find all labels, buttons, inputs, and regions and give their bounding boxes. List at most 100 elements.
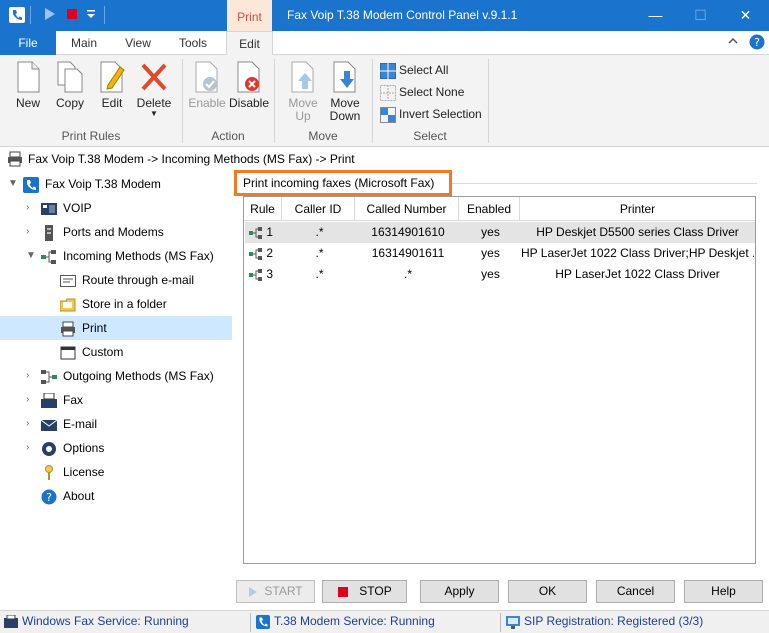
tree-item-outgoing[interactable]: › Outgoing Methods (MS Fax) <box>0 364 232 388</box>
collapsed-arrow-icon[interactable]: › <box>26 196 29 220</box>
expanded-arrow-icon[interactable]: ▼ <box>26 244 36 268</box>
column-header-printer[interactable]: Printer <box>520 197 755 221</box>
tree-item-fax[interactable]: › Fax <box>0 388 232 412</box>
tab-view[interactable]: View <box>116 31 160 55</box>
status-separator <box>250 613 251 632</box>
rule-number: 3 <box>266 267 274 281</box>
tree-item-voip[interactable]: › VOIP <box>0 196 232 220</box>
copy-button[interactable]: Copy <box>52 61 88 110</box>
new-document-icon <box>17 61 40 93</box>
tree-label: Print <box>82 321 107 335</box>
help-button[interactable]: Help <box>684 580 763 603</box>
table-row[interactable]: 1 .* 16314901610 yes HP Deskjet D5500 se… <box>245 222 755 243</box>
tree-label: Store in a folder <box>82 297 167 311</box>
tree-label: E-mail <box>63 417 98 431</box>
move-group-label: Move <box>308 129 338 143</box>
incoming-routing-icon <box>41 249 56 264</box>
expanded-arrow-icon[interactable]: ▼ <box>8 172 18 196</box>
phone-app-icon <box>9 7 25 26</box>
tree-item-about[interactable]: ? About <box>0 484 232 508</box>
customize-quick-access-icon[interactable] <box>86 7 96 24</box>
group-separator <box>488 59 489 143</box>
sip-status: SIP Registration: Registered (3/3) <box>506 614 703 629</box>
panel-title: Print incoming faxes (Microsoft Fax) <box>234 170 452 196</box>
start-button[interactable]: START <box>236 580 315 603</box>
tree-item-incoming[interactable]: ▼ Incoming Methods (MS Fax) <box>0 244 232 268</box>
tab-edit[interactable]: Edit <box>226 31 273 56</box>
printer-cell: HP Deskjet D5500 series Class Driver <box>536 225 739 239</box>
rule-cell: 3 <box>249 264 283 285</box>
collapsed-arrow-icon[interactable]: › <box>26 220 29 244</box>
svg-text:?: ? <box>754 36 760 49</box>
rule-number: 1 <box>266 225 274 239</box>
move-down-button[interactable]: Move Down <box>326 61 364 123</box>
select-none-button[interactable]: Select None <box>380 82 464 102</box>
tree-item-store-folder[interactable]: Store in a folder <box>0 292 232 316</box>
outgoing-routing-icon <box>41 369 57 384</box>
copy-icon <box>57 61 83 93</box>
enable-button[interactable]: Enable <box>188 61 226 110</box>
copy-label: Copy <box>55 96 84 110</box>
cancel-button[interactable]: Cancel <box>596 580 675 603</box>
print-context-tab: Print <box>227 0 272 31</box>
rules-table[interactable]: Rule Caller ID Called Number Enabled Pri… <box>243 196 756 564</box>
collapsed-arrow-icon[interactable]: › <box>26 388 29 412</box>
start-quick-icon[interactable] <box>44 7 56 24</box>
tree-item-license[interactable]: License <box>0 460 232 484</box>
tree-label: Outgoing Methods (MS Fax) <box>63 369 214 383</box>
maximize-button[interactable]: ☐ <box>678 0 723 31</box>
tree-item-email[interactable]: › E-mail <box>0 412 232 436</box>
tree-item-print[interactable]: Print <box>0 316 232 340</box>
tab-file[interactable]: File <box>0 31 56 55</box>
tree-item-custom[interactable]: Custom <box>0 340 232 364</box>
delete-label: Delete <box>136 96 172 110</box>
column-header-caller-id[interactable]: Caller ID <box>282 197 355 221</box>
tree-item-route-email[interactable]: Route through e-mail <box>0 268 232 292</box>
disable-label: Disable <box>228 96 270 110</box>
collapsed-arrow-icon[interactable]: › <box>26 364 29 388</box>
ok-button[interactable]: OK <box>508 580 587 603</box>
move-up-icon <box>291 61 314 93</box>
edit-button[interactable]: Edit <box>94 61 130 110</box>
tree-item-ports[interactable]: › Ports and Modems <box>0 220 232 244</box>
invert-selection-button[interactable]: Invert Selection <box>380 104 482 124</box>
table-row[interactable]: 2 .* 16314901611 yes HP LaserJet 1022 Cl… <box>245 243 755 264</box>
delete-dropdown-icon[interactable]: ▼ <box>134 110 174 118</box>
modem-service-status: T.38 Modem Service: Running <box>256 614 435 629</box>
select-none-icon <box>380 84 396 101</box>
tree-label: Options <box>63 441 105 455</box>
column-header-enabled[interactable]: Enabled <box>459 197 520 221</box>
enable-label: Enable <box>188 96 226 110</box>
close-button[interactable]: ✕ <box>723 0 768 31</box>
rule-cell: 2 <box>249 243 283 264</box>
select-all-button[interactable]: Select All <box>380 60 448 80</box>
called-number-cell: .* <box>403 267 412 281</box>
tree-label: About <box>63 489 95 503</box>
disable-icon <box>237 61 260 93</box>
collapsed-arrow-icon[interactable]: › <box>26 412 29 436</box>
column-header-called-number[interactable]: Called Number <box>355 197 459 221</box>
rule-icon <box>249 268 262 281</box>
enabled-cell: yes <box>481 246 500 260</box>
tree-label: VOIP <box>63 201 92 215</box>
tree-item-options[interactable]: › Options <box>0 436 232 460</box>
invert-selection-icon <box>380 106 396 123</box>
minimize-button[interactable]: — <box>633 0 678 31</box>
apply-button[interactable]: Apply <box>420 580 499 603</box>
action-group-label: Action <box>211 129 245 143</box>
stop-button[interactable]: STOP <box>322 580 407 603</box>
tab-main[interactable]: Main <box>62 31 106 55</box>
table-row[interactable]: 3 .* .* yes HP LaserJet 1022 Class Drive… <box>245 264 755 285</box>
tree-item-root[interactable]: ▼ Fax Voip T.38 Modem <box>0 172 232 196</box>
move-up-button[interactable]: Move Up <box>284 61 322 123</box>
collapsed-arrow-icon[interactable]: › <box>26 436 29 460</box>
new-button[interactable]: New <box>10 61 46 110</box>
delete-button[interactable]: Delete ▼ <box>134 61 174 118</box>
stop-quick-icon[interactable] <box>66 7 78 24</box>
help-icon[interactable]: ? <box>749 34 765 53</box>
tab-tools[interactable]: Tools <box>170 31 216 55</box>
select-all-label: Select All <box>399 63 449 77</box>
collapse-ribbon-icon[interactable] <box>727 34 739 51</box>
disable-button[interactable]: Disable <box>228 61 270 110</box>
column-header-rule[interactable]: Rule <box>244 197 282 221</box>
